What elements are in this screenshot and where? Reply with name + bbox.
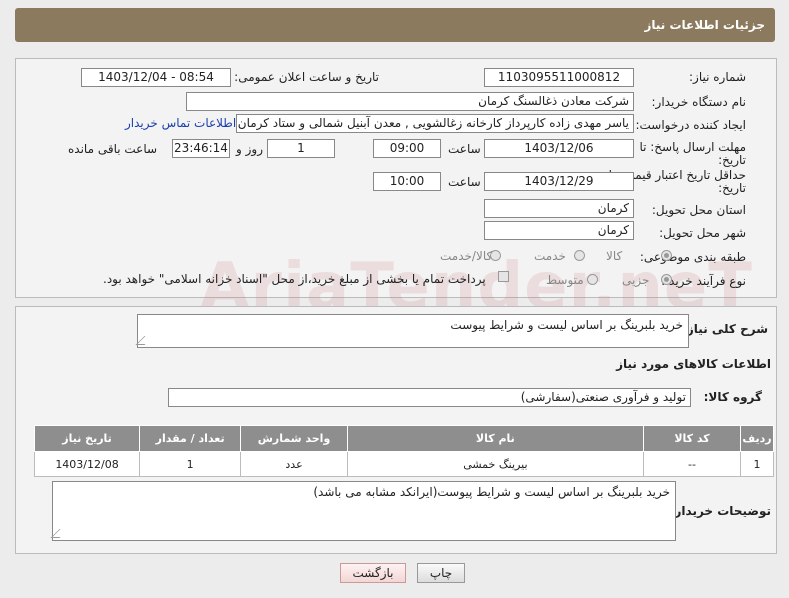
need-number-field[interactable]: 1103095511000812 xyxy=(484,68,634,87)
deadline-label: مهلت ارسال پاسخ: تا xyxy=(639,140,746,154)
days-label: روز و xyxy=(236,142,263,156)
table-row[interactable]: 1 -- بیرینگ خمشی عدد 1 1403/12/08 xyxy=(33,451,774,477)
deadline-time-label: ساعت xyxy=(448,142,481,156)
payment-note: پرداخت تمام یا بخشی از مبلغ خرید،از محل … xyxy=(103,272,486,286)
validity-date-field[interactable]: 1403/12/29 xyxy=(484,172,634,191)
resize-handle-icon[interactable] xyxy=(50,529,69,538)
deadline-date-field[interactable]: 1403/12/06 xyxy=(484,139,634,158)
desc-text: خرید بلبرینگ بر اساس لیست و شرایط پیوست xyxy=(450,318,683,332)
category-option-service: خدمت xyxy=(534,249,566,263)
col-unit: واحد شمارش xyxy=(240,425,348,452)
category-radio-goods[interactable] xyxy=(661,250,672,261)
contact-info-link[interactable]: اطلاعات تماس خریدار xyxy=(125,116,236,130)
page-title: جزئیات اطلاعات نیاز xyxy=(644,18,765,32)
announce-field[interactable]: 1403/12/04 - 08:54 xyxy=(81,68,231,87)
cell-qty: 1 xyxy=(139,451,242,477)
col-date: تاریخ نیاز xyxy=(33,425,141,452)
category-option-goods: کالا xyxy=(606,249,623,263)
creator-field[interactable]: یاسر مهدی زاده کارپرداز کارخانه زغالشویی… xyxy=(236,114,634,133)
goods-table: ردیف کد کالا نام کالا واحد شمارش تعداد /… xyxy=(33,425,774,477)
deadline-time-field[interactable]: 09:00 xyxy=(373,139,441,158)
cell-name: بیرینگ خمشی xyxy=(346,451,644,477)
buyer-notes-text: خرید بلبرینگ بر اساس لیست و شرایط پیوست(… xyxy=(313,485,670,499)
need-number-label: شماره نیاز: xyxy=(689,70,746,84)
deadline-label-date: تاریخ: xyxy=(718,153,746,167)
province-field[interactable]: کرمان xyxy=(484,199,634,218)
process-radio-minor[interactable] xyxy=(661,274,672,285)
col-name: نام کالا xyxy=(346,425,644,452)
city-label: شهر محل تحویل: xyxy=(659,226,746,240)
col-row: ردیف xyxy=(740,425,774,452)
goods-group-field[interactable]: تولید و فرآوری صنعتی(سفارشی) xyxy=(168,388,691,407)
buyer-notes-textarea[interactable]: خرید بلبرینگ بر اساس لیست و شرایط پیوست(… xyxy=(50,481,676,541)
category-option-both: کالا/خدمت xyxy=(440,249,493,263)
goods-info-title: اطلاعات کالاهای مورد نیاز xyxy=(616,357,771,371)
cell-date: 1403/12/08 xyxy=(33,451,141,477)
city-field[interactable]: کرمان xyxy=(484,221,634,240)
resize-handle-icon[interactable] xyxy=(135,336,154,345)
buyer-org-label: نام دستگاه خریدار: xyxy=(651,95,747,109)
announce-label: تاریخ و ساعت اعلان عمومی: xyxy=(234,70,379,84)
validity-time-field[interactable]: 10:00 xyxy=(373,172,441,191)
province-label: استان محل تحویل: xyxy=(651,203,746,217)
cell-row: 1 xyxy=(740,451,774,477)
remaining-time-field[interactable]: 23:46:14 xyxy=(172,139,230,158)
remaining-label: ساعت باقی مانده xyxy=(68,142,158,156)
validity-label-date: تاریخ: xyxy=(718,181,746,195)
process-option-medium: متوسط xyxy=(546,273,584,287)
col-code: کد کالا xyxy=(642,425,742,452)
print-button[interactable]: چاپ xyxy=(417,563,465,583)
cell-code: -- xyxy=(642,451,742,477)
process-radio-medium[interactable] xyxy=(587,274,598,285)
desc-label: شرح کلی نیاز: xyxy=(682,322,768,336)
days-field[interactable]: 1 xyxy=(267,139,335,158)
category-radio-service[interactable] xyxy=(574,250,585,261)
cell-unit: عدد xyxy=(240,451,348,477)
category-label: طبقه بندی موضوعی: xyxy=(639,250,746,264)
process-option-minor: جزیی xyxy=(622,273,650,287)
buyer-org-field[interactable]: شرکت معادن ذغالسنگ کرمان xyxy=(186,92,634,111)
desc-textarea[interactable]: خرید بلبرینگ بر اساس لیست و شرایط پیوست xyxy=(135,314,689,348)
creator-label: ایجاد کننده درخواست: xyxy=(635,118,746,132)
goods-group-label: گروه کالا: xyxy=(703,390,762,404)
validity-time-label: ساعت xyxy=(448,175,481,189)
goods-table-header: ردیف کد کالا نام کالا واحد شمارش تعداد /… xyxy=(33,425,774,452)
col-qty: تعداد / مقدار xyxy=(139,425,242,452)
back-button[interactable]: بازگشت xyxy=(340,563,406,583)
payment-checkbox[interactable] xyxy=(498,271,509,282)
process-label: نوع فرآیند خرید : xyxy=(661,274,746,288)
buyer-notes-label: توضیحات خریدار: xyxy=(669,504,771,518)
page-header: جزئیات اطلاعات نیاز xyxy=(15,8,775,42)
